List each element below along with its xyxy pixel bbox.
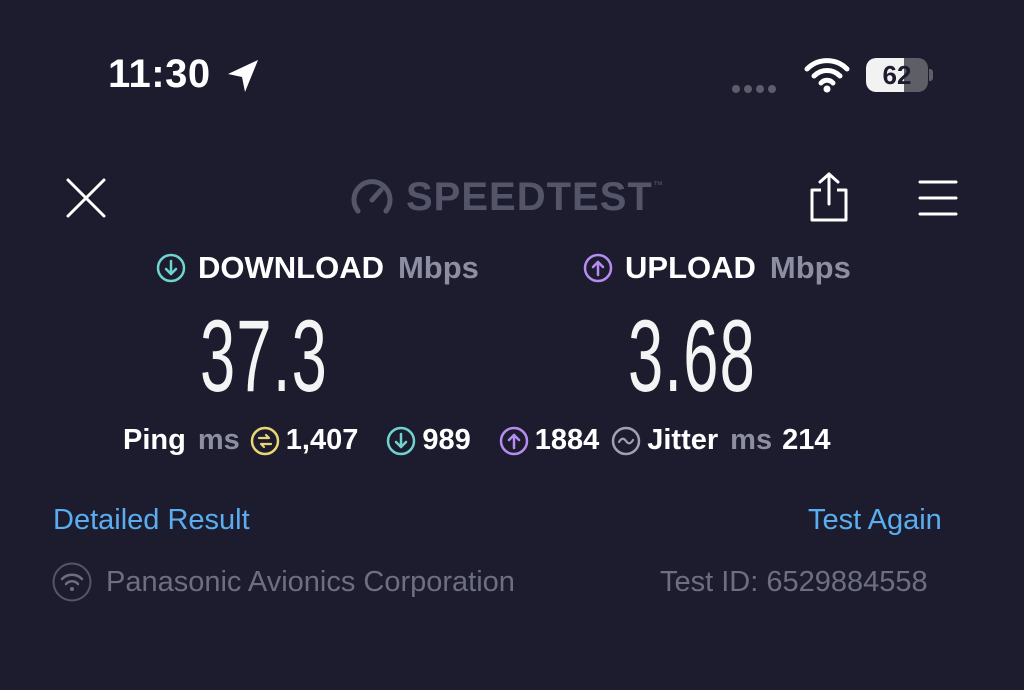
menu-icon[interactable] xyxy=(916,176,960,220)
close-icon[interactable] xyxy=(64,176,108,220)
signal-dots-icon xyxy=(732,80,780,98)
upload-label: UPLOAD xyxy=(625,250,756,285)
upload-unit: Mbps xyxy=(769,250,851,285)
detailed-result-link[interactable]: Detailed Result xyxy=(53,504,250,537)
logo-trademark: ™ xyxy=(652,180,663,191)
battery-icon: 62 xyxy=(866,58,933,94)
upload-ping-icon xyxy=(499,426,528,455)
download-arrow-icon xyxy=(156,253,186,283)
upload-ping-value: 1884 xyxy=(534,424,600,456)
wifi-icon xyxy=(804,58,850,93)
share-icon[interactable] xyxy=(806,170,852,224)
provider-info: Panasonic Avionics Corporation xyxy=(52,562,515,602)
status-time: 11:30 xyxy=(108,52,211,96)
upload-arrow-icon xyxy=(583,253,613,283)
logo-text: SPEEDTEST xyxy=(406,174,653,219)
download-value: 37.3 xyxy=(200,299,329,413)
test-again-link[interactable]: Test Again xyxy=(808,504,942,537)
download-header: DOWNLOAD Mbps xyxy=(156,250,479,286)
jitter-label: Jitter xyxy=(647,424,719,456)
idle-ping-value: 1,407 xyxy=(285,424,359,456)
jitter-icon xyxy=(612,426,641,455)
test-id: Test ID: 6529884558 xyxy=(660,566,928,598)
ping-label: Ping xyxy=(123,424,186,456)
provider-wifi-icon xyxy=(52,562,92,602)
download-ping-value: 989 xyxy=(422,424,471,456)
jitter-unit: ms xyxy=(730,424,773,456)
location-arrow-icon xyxy=(228,60,258,92)
jitter-value: 214 xyxy=(782,424,831,456)
ping-unit: ms xyxy=(197,424,240,456)
speedometer-icon xyxy=(351,179,393,214)
idle-ping-icon xyxy=(250,426,280,455)
battery-percent: 62 xyxy=(882,60,912,90)
provider-name: Panasonic Avionics Corporation xyxy=(106,565,515,598)
download-label: DOWNLOAD xyxy=(198,250,384,285)
download-ping-icon xyxy=(387,426,416,455)
upload-value: 3.68 xyxy=(628,299,757,413)
latency-stats: Ping ms 1,407 989 1884 Jitter ms 214 xyxy=(123,424,830,457)
upload-header: UPLOAD Mbps xyxy=(583,250,851,286)
speedtest-logo: SPEEDTEST ™ xyxy=(348,172,663,222)
download-unit: Mbps xyxy=(397,250,479,285)
